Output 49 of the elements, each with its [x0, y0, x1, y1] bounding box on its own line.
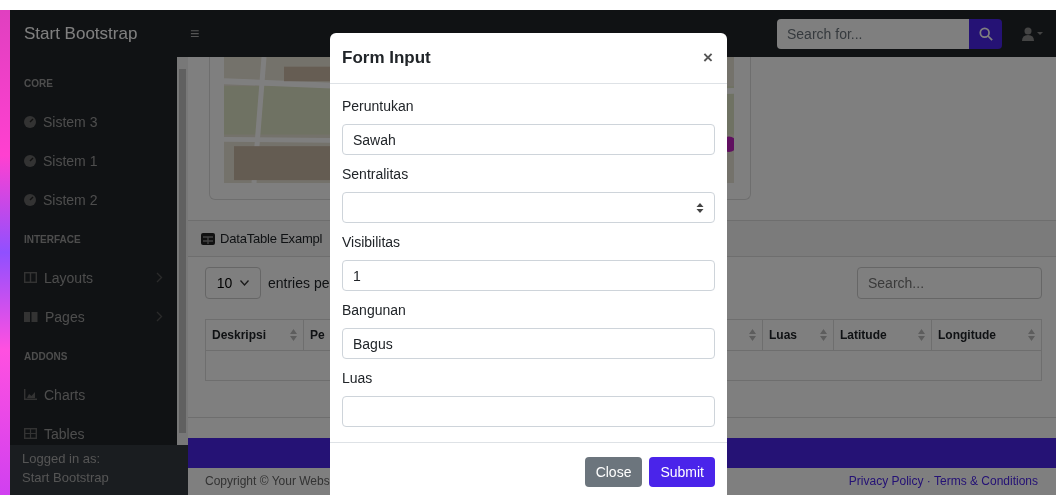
dialog-title: Form Input — [342, 48, 431, 68]
table-icon — [24, 428, 37, 439]
sort-icon — [290, 329, 297, 341]
sort-icon — [918, 329, 925, 341]
submit-button[interactable]: Submit — [649, 457, 715, 487]
chart-icon — [24, 389, 37, 400]
menu-toggle-button[interactable]: ≡ — [184, 24, 206, 43]
close-button[interactable]: × — [701, 48, 715, 68]
close-button[interactable]: Close — [584, 457, 643, 487]
search-icon — [978, 26, 993, 41]
column-header[interactable]: Deskripsi — [206, 320, 304, 350]
search-field[interactable]: Search for... — [777, 18, 969, 49]
caret-icon — [240, 280, 250, 286]
field-label: Bangunan — [342, 301, 407, 320]
spinner-icon[interactable] — [696, 201, 704, 214]
entries-label: entries pe — [268, 275, 330, 291]
sort-icon — [820, 329, 827, 341]
search-button[interactable] — [969, 18, 1002, 49]
sidebar-heading: INTERFACE — [23, 233, 82, 247]
sort-icon — [1028, 329, 1035, 341]
table-search-field[interactable]: Search... — [857, 267, 1042, 299]
gauge-icon — [24, 193, 36, 206]
gauge-icon — [24, 115, 36, 128]
sidebar-heading: ADDONS — [23, 350, 69, 364]
number-field[interactable] — [342, 192, 715, 223]
login-caption: Logged in as: — [22, 450, 102, 468]
card-title: DataTable Exampl — [220, 231, 323, 246]
book-icon — [24, 311, 38, 322]
column-header[interactable]: Luas — [763, 320, 834, 350]
input-field[interactable]: 1 — [342, 260, 715, 291]
field-label: Peruntukan — [342, 97, 415, 116]
input-field[interactable]: Sawah — [342, 124, 715, 155]
input-field[interactable] — [342, 396, 715, 427]
gauge-icon — [24, 154, 36, 167]
column-header[interactable]: Longitude — [932, 320, 1041, 350]
user-name: Start Bootstrap — [22, 469, 110, 487]
field-label: Luas — [342, 369, 374, 388]
page-size-select[interactable]: 10 — [205, 267, 261, 299]
brand-title[interactable]: Start Bootstrap — [10, 23, 184, 44]
footer-links[interactable]: Privacy Policy · Terms & Conditions — [848, 474, 1038, 488]
sort-icon — [749, 329, 756, 341]
column-header[interactable]: Latitude — [834, 320, 932, 350]
field-label: Visibilitas — [342, 233, 402, 252]
field-label: Sentralitas — [342, 165, 410, 184]
sidebar-heading: CORE — [23, 77, 54, 91]
table-icon — [201, 232, 215, 245]
scrollbar[interactable] — [177, 57, 188, 445]
input-field[interactable]: Bagus — [342, 328, 715, 359]
columns-icon — [24, 272, 37, 283]
